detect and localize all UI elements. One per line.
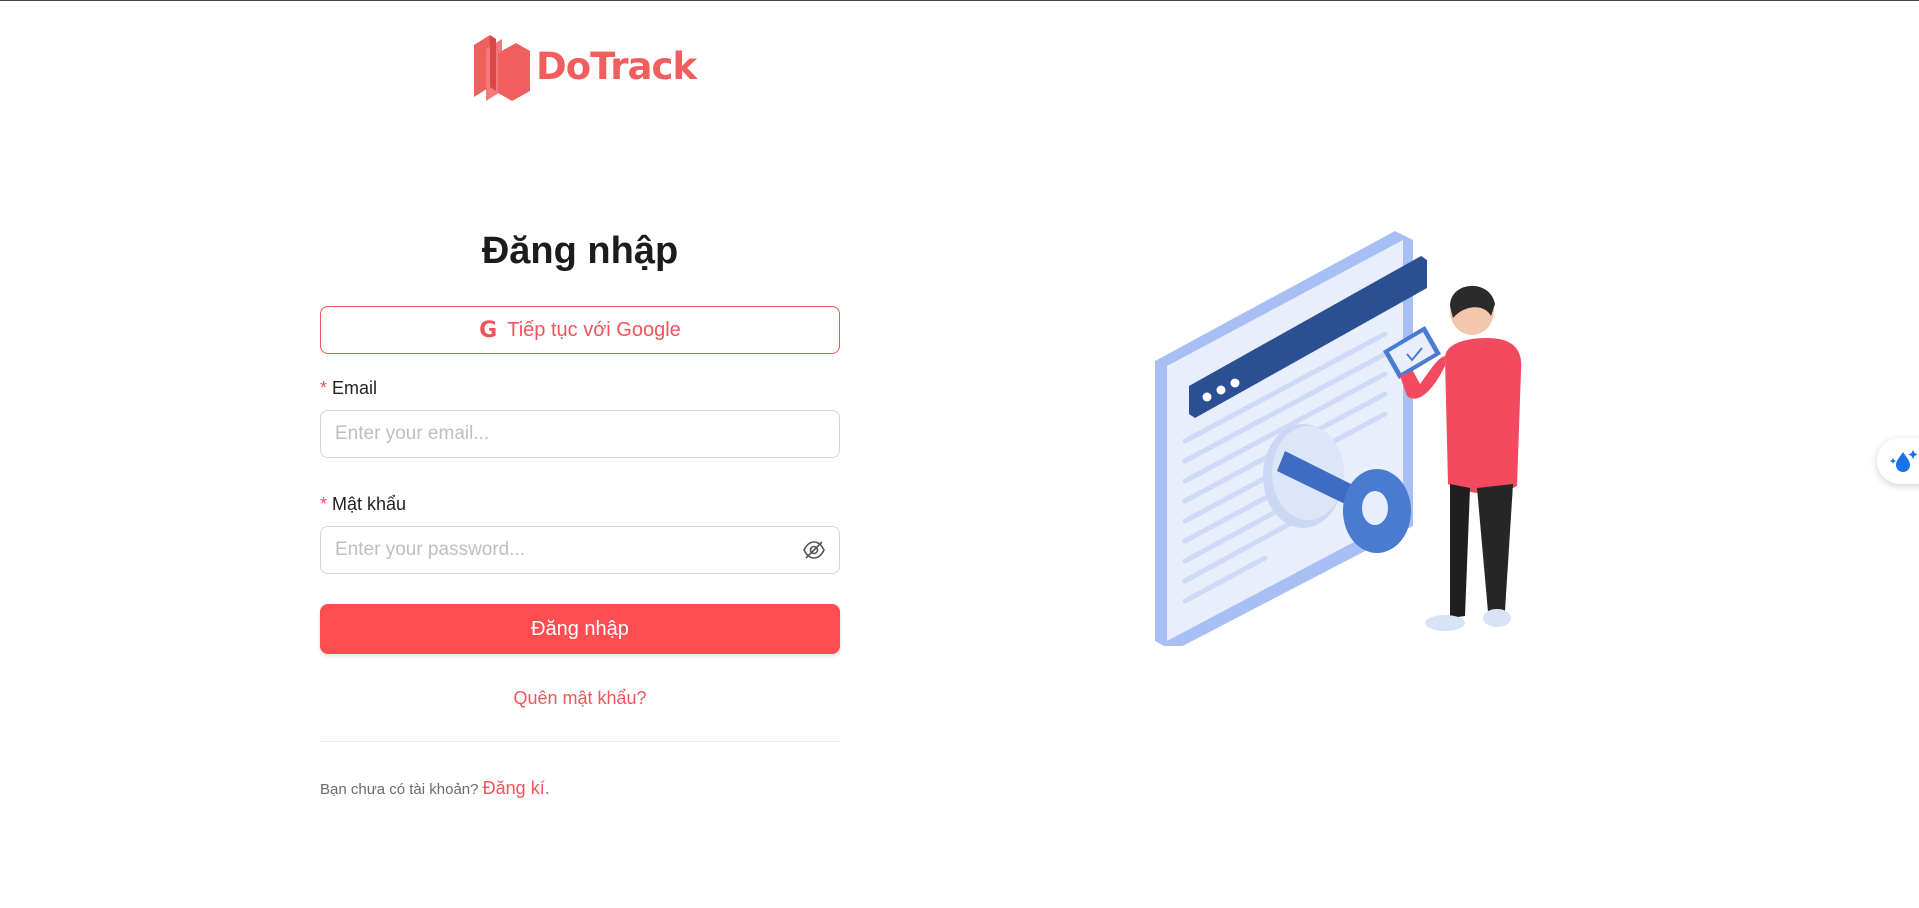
- email-label: * Email: [320, 378, 378, 398]
- email-field[interactable]: Enter your email...: [320, 410, 840, 458]
- water-drop-sparkle-icon: [1890, 450, 1918, 472]
- forgot-password-link[interactable]: Quên mật khẩu?: [320, 688, 840, 709]
- signup-prompt: Bạn chưa có tài khoản?: [320, 781, 479, 798]
- divider: [320, 741, 840, 742]
- email-placeholder: Enter your email...: [335, 423, 490, 444]
- password-placeholder: Enter your password...: [335, 539, 526, 560]
- google-login-button[interactable]: G Tiếp tục với Google: [320, 306, 840, 354]
- floating-helper-button[interactable]: [1877, 438, 1919, 484]
- password-label: * Mật khẩu: [320, 494, 407, 514]
- password-field[interactable]: Enter your password...: [320, 526, 840, 574]
- login-illustration: [1155, 231, 1522, 646]
- eye-off-icon[interactable]: [803, 541, 825, 559]
- google-button-label: Tiếp tục với Google: [507, 318, 681, 341]
- login-form: Đăng nhập G Tiếp tục với Google * Email E…: [320, 226, 840, 799]
- brand-logo[interactable]: DoTrack: [472, 31, 697, 101]
- required-mark: *: [320, 494, 328, 514]
- brand-name: DoTrack: [536, 44, 697, 88]
- signup-link[interactable]: Đăng kí.: [483, 778, 550, 798]
- signup-row: Bạn chưa có tài khoản? Đăng kí.: [320, 778, 840, 799]
- logo-icon: [474, 35, 530, 101]
- login-submit-button[interactable]: Đăng nhập: [320, 604, 840, 654]
- required-mark: *: [320, 378, 328, 398]
- page-title: Đăng nhập: [481, 230, 679, 272]
- google-icon: G: [479, 317, 498, 343]
